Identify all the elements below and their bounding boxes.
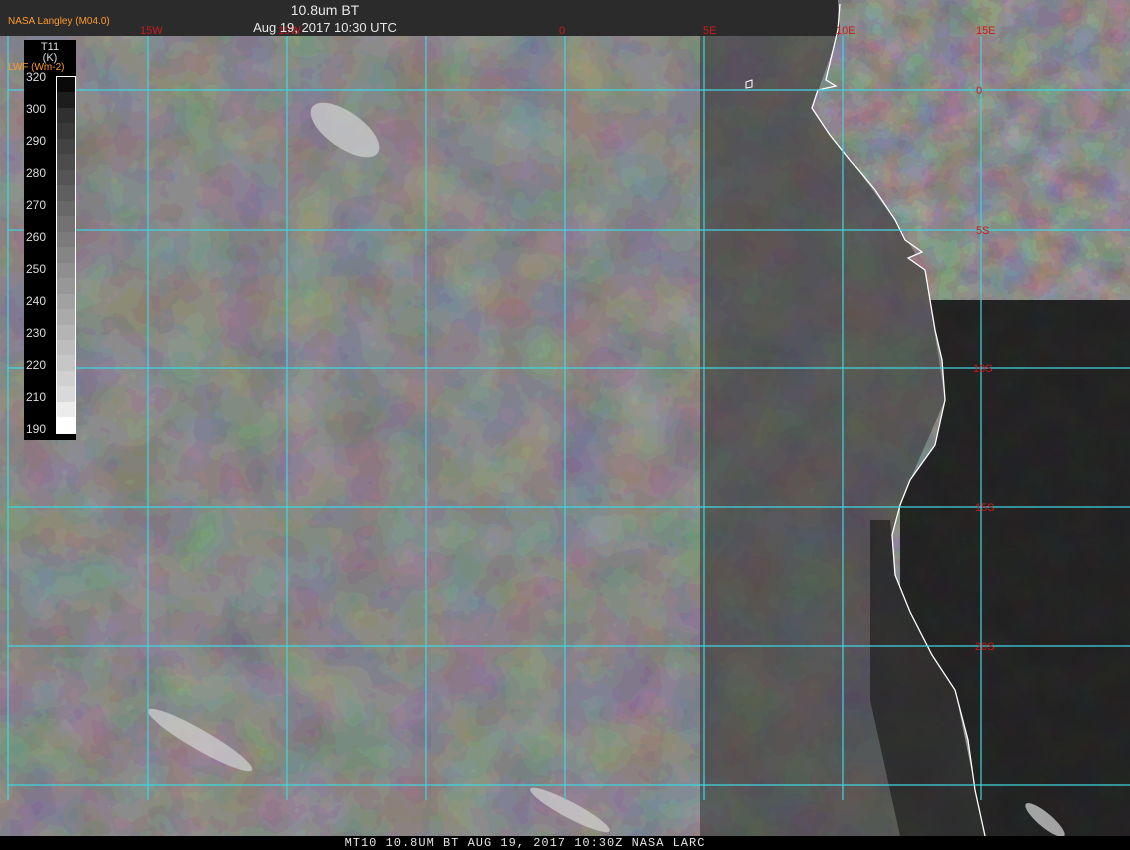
- colorbar-segment: [57, 324, 75, 340]
- colorbar-segment: [57, 309, 75, 325]
- lat-label-20s: 20S: [975, 641, 995, 653]
- colorbar-title: T11 (K): [24, 42, 76, 64]
- colorbar-segment: [57, 355, 75, 371]
- colorbar-tick-label: 260: [26, 230, 47, 244]
- colorbar-segment: [57, 77, 75, 93]
- colorbar-segment: [57, 247, 75, 263]
- colorbar-tick-label: 240: [26, 294, 47, 308]
- image-datetime: Aug 19, 2017 10:30 UTC: [253, 20, 397, 35]
- product-title: 10.8um BT: [290, 2, 360, 18]
- lat-label-10s: 10S: [973, 363, 993, 375]
- colorbar-segment: [57, 154, 75, 170]
- colorbar-tick-label: 320: [26, 70, 47, 84]
- colorbar-tick-label: 230: [26, 326, 47, 340]
- colorbar-segment: [57, 185, 75, 201]
- lat-label-0: 0: [976, 85, 982, 97]
- colorbar-ramp: [56, 76, 76, 434]
- colorbar-segment: [57, 417, 75, 433]
- satellite-map: 15W 10W 0 5E 10E 15E 0 5S 10S 15S 20S: [0, 0, 1130, 850]
- colorbar-segment: [57, 169, 75, 186]
- colorbar-tick-label: 250: [26, 262, 47, 276]
- colorbar-segment: [57, 370, 75, 387]
- colorbar-segment: [57, 92, 75, 108]
- colorbar-tick-label: 220: [26, 358, 47, 372]
- colorbar-segment: [57, 401, 75, 418]
- lon-label-15e: 15E: [976, 25, 996, 37]
- colorbar-tick-label: 270: [26, 198, 47, 212]
- colorbar-segment: [57, 386, 75, 402]
- colorbar-tick-label: 210: [26, 390, 47, 404]
- lat-label-5s: 5S: [976, 225, 989, 237]
- colorbar-segment: [57, 200, 75, 217]
- colorbar-segment: [57, 107, 75, 124]
- footer-bar: MT10 10.8UM BT AUG 19, 2017 10:30Z NASA …: [0, 836, 1130, 850]
- footer-caption: MT10 10.8UM BT AUG 19, 2017 10:30Z NASA …: [344, 836, 706, 850]
- colorbar-segment: [57, 231, 75, 248]
- colorbar-segment: [57, 339, 75, 356]
- colorbar-segment: [57, 293, 75, 310]
- colorbar-segment: [57, 278, 75, 294]
- colorbar-segment: [57, 216, 75, 232]
- colorbar-tick-label: 290: [26, 134, 47, 148]
- colorbar-tick-label: 300: [26, 102, 47, 116]
- colorbar-segment: [57, 262, 75, 279]
- lat-label-15s: 15S: [975, 502, 995, 514]
- source-label: NASA Langley (M04.0): [8, 16, 110, 27]
- colorbar-tick-label: 190: [26, 422, 47, 436]
- colorbar-segment: [57, 138, 75, 155]
- colorbar-tick-label: 280: [26, 166, 47, 180]
- colorbar-segment: [57, 123, 75, 139]
